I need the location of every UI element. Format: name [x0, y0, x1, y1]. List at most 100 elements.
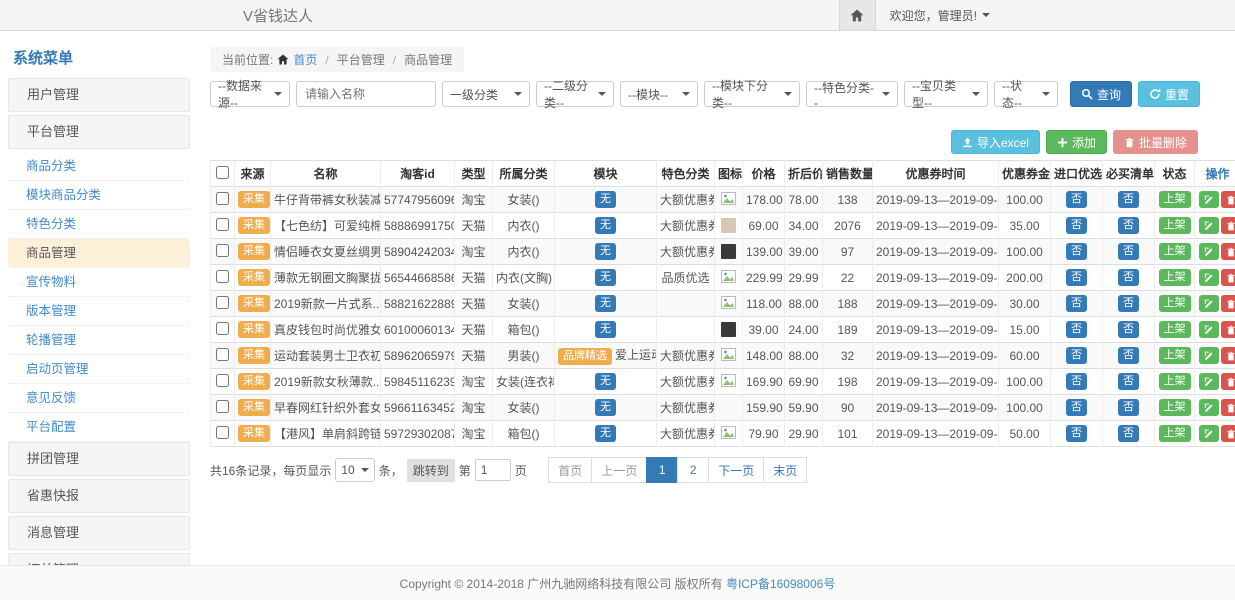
status-badge[interactable]: 上架 — [1159, 269, 1191, 286]
delete-button[interactable] — [1221, 295, 1235, 312]
sidebar-item-message-mgmt[interactable]: 消息管理 — [8, 516, 190, 550]
batch-delete-button[interactable]: 批量删除 — [1113, 130, 1198, 154]
delete-button[interactable] — [1221, 243, 1235, 260]
import-select-toggle[interactable]: 否 — [1066, 373, 1087, 390]
row-checkbox[interactable] — [216, 218, 229, 231]
import-select-toggle[interactable]: 否 — [1066, 425, 1087, 442]
edit-button[interactable] — [1199, 269, 1219, 286]
edit-button[interactable] — [1199, 399, 1219, 416]
breadcrumb-home-link[interactable]: 首页 — [293, 51, 317, 68]
delete-button[interactable] — [1221, 373, 1235, 390]
select-all-checkbox[interactable] — [216, 166, 229, 179]
must-buy-toggle[interactable]: 否 — [1118, 243, 1139, 260]
edit-button[interactable] — [1199, 425, 1219, 442]
import-select-toggle[interactable]: 否 — [1066, 321, 1087, 338]
filter-select-item-type[interactable]: --宝贝类型-- — [904, 81, 988, 107]
delete-button[interactable] — [1221, 269, 1235, 286]
sidebar-item-version-mgmt[interactable]: 版本管理 — [8, 297, 190, 326]
must-buy-toggle[interactable]: 否 — [1118, 347, 1139, 364]
sidebar-item-splash-mgmt[interactable]: 启动页管理 — [8, 355, 190, 384]
filter-select-module-subcategory[interactable]: --模块下分类-- — [704, 81, 800, 107]
delete-button[interactable] — [1221, 399, 1235, 416]
sidebar-item-news-express[interactable]: 省惠快报 — [8, 479, 190, 513]
page-number-input[interactable] — [475, 459, 511, 481]
per-page-select[interactable]: 10 — [335, 458, 374, 482]
name-search-input[interactable] — [296, 81, 436, 107]
page-button-2[interactable]: 2 — [677, 457, 709, 483]
filter-select-level2-category[interactable]: --二级分类-- — [536, 81, 614, 107]
row-checkbox[interactable] — [216, 348, 229, 361]
page-button-下一页[interactable]: 下一页 — [708, 457, 764, 483]
status-badge[interactable]: 上架 — [1159, 347, 1191, 364]
import-select-toggle[interactable]: 否 — [1066, 269, 1087, 286]
delete-button[interactable] — [1221, 347, 1235, 364]
sidebar-item-goods-mgmt[interactable]: 商品管理 — [8, 239, 190, 268]
add-button[interactable]: 添加 — [1046, 130, 1107, 154]
delete-button[interactable] — [1221, 217, 1235, 234]
filter-select-source[interactable]: --数据来源-- — [210, 81, 290, 107]
sidebar-item-platform-config[interactable]: 平台配置 — [8, 413, 190, 442]
edit-button[interactable] — [1199, 321, 1219, 338]
edit-button[interactable] — [1199, 373, 1219, 390]
must-buy-toggle[interactable]: 否 — [1118, 269, 1139, 286]
edit-button[interactable] — [1199, 191, 1219, 208]
page-button-末页[interactable]: 末页 — [763, 457, 807, 483]
sidebar-item-feedback[interactable]: 意见反馈 — [8, 384, 190, 413]
sidebar-item-groupbuy-mgmt[interactable]: 拼团管理 — [8, 442, 190, 476]
must-buy-toggle[interactable]: 否 — [1118, 399, 1139, 416]
edit-button[interactable] — [1199, 243, 1219, 260]
edit-button[interactable] — [1199, 347, 1219, 364]
status-badge[interactable]: 上架 — [1159, 425, 1191, 442]
sidebar-item-promo-materials[interactable]: 宣传物料 — [8, 268, 190, 297]
must-buy-toggle[interactable]: 否 — [1118, 321, 1139, 338]
status-badge[interactable]: 上架 — [1159, 191, 1191, 208]
delete-button[interactable] — [1221, 321, 1235, 338]
row-checkbox[interactable] — [216, 426, 229, 439]
import-select-toggle[interactable]: 否 — [1066, 295, 1087, 312]
sidebar-item-goods-category[interactable]: 商品分类 — [8, 152, 190, 181]
user-menu[interactable]: 欢迎您，管理员! — [890, 7, 990, 24]
search-button[interactable]: 查询 — [1070, 81, 1132, 107]
import-select-toggle[interactable]: 否 — [1066, 347, 1087, 364]
import-select-toggle[interactable]: 否 — [1066, 217, 1087, 234]
delete-button[interactable] — [1221, 191, 1235, 208]
filter-select-feature-category[interactable]: --特色分类-- — [806, 81, 898, 107]
status-badge[interactable]: 上架 — [1159, 295, 1191, 312]
row-checkbox[interactable] — [216, 270, 229, 283]
status-badge[interactable]: 上架 — [1159, 321, 1191, 338]
reset-button[interactable]: 重置 — [1138, 81, 1200, 107]
page-button-1[interactable]: 1 — [646, 457, 678, 483]
sidebar-item-feature-category[interactable]: 特色分类 — [8, 210, 190, 239]
row-checkbox[interactable] — [216, 244, 229, 257]
status-badge[interactable]: 上架 — [1159, 243, 1191, 260]
filter-select-level1-category[interactable]: 一级分类 — [442, 81, 530, 107]
row-checkbox[interactable] — [216, 374, 229, 387]
icp-link[interactable]: 粤ICP备16098006号 — [726, 575, 835, 592]
row-checkbox[interactable] — [216, 296, 229, 309]
status-badge[interactable]: 上架 — [1159, 217, 1191, 234]
must-buy-toggle[interactable]: 否 — [1118, 217, 1139, 234]
edit-button[interactable] — [1199, 295, 1219, 312]
status-badge[interactable]: 上架 — [1159, 399, 1191, 416]
must-buy-toggle[interactable]: 否 — [1118, 425, 1139, 442]
jump-button[interactable]: 跳转到 — [407, 459, 455, 482]
delete-button[interactable] — [1221, 425, 1235, 442]
sidebar-item-user-mgmt[interactable]: 用户管理 — [8, 78, 190, 112]
row-checkbox[interactable] — [216, 400, 229, 413]
sidebar-item-order-mgmt[interactable]: 订单管理 — [8, 553, 190, 565]
import-select-toggle[interactable]: 否 — [1066, 399, 1087, 416]
sidebar-item-platform-mgmt[interactable]: 平台管理 — [8, 115, 190, 149]
filter-select-module[interactable]: --模块-- — [620, 81, 698, 107]
must-buy-toggle[interactable]: 否 — [1118, 191, 1139, 208]
filter-select-status[interactable]: --状态-- — [994, 81, 1058, 107]
row-checkbox[interactable] — [216, 322, 229, 335]
must-buy-toggle[interactable]: 否 — [1118, 373, 1139, 390]
import-excel-button[interactable]: 导入excel — [951, 130, 1040, 154]
sidebar-item-carousel-mgmt[interactable]: 轮播管理 — [8, 326, 190, 355]
status-badge[interactable]: 上架 — [1159, 373, 1191, 390]
must-buy-toggle[interactable]: 否 — [1118, 295, 1139, 312]
home-button[interactable] — [839, 0, 876, 30]
sidebar-item-module-goods-category[interactable]: 模块商品分类 — [8, 181, 190, 210]
row-checkbox[interactable] — [216, 192, 229, 205]
import-select-toggle[interactable]: 否 — [1066, 191, 1087, 208]
